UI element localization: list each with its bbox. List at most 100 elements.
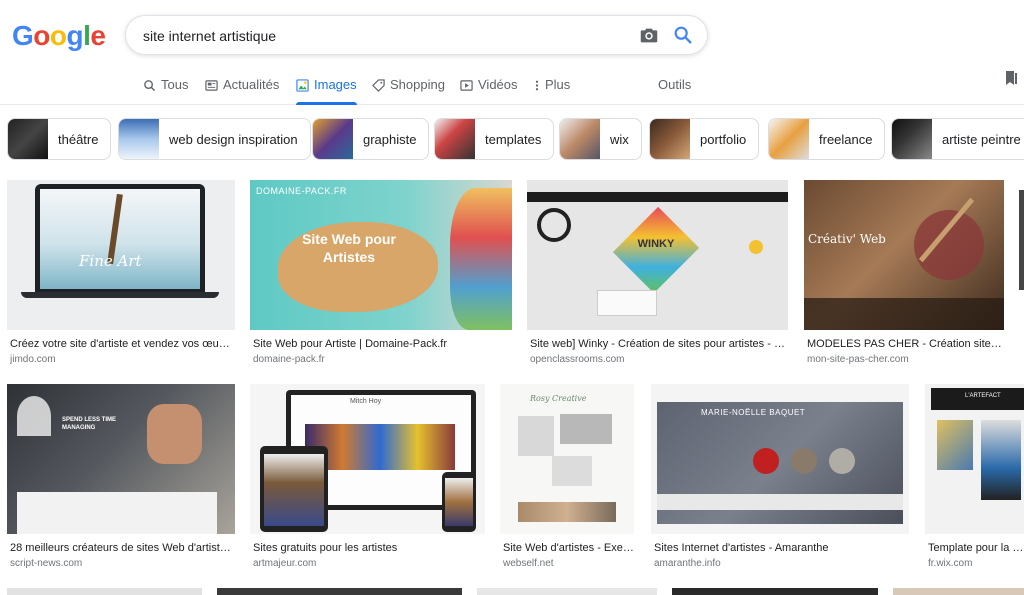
photo-strip <box>518 502 616 522</box>
chip-thumbnail <box>769 119 809 159</box>
result-domain[interactable]: fr.wix.com <box>928 558 972 569</box>
site-preview-strip <box>17 492 217 534</box>
camera-icon[interactable] <box>638 24 660 46</box>
chip-wix[interactable]: wix <box>559 118 642 160</box>
search-box[interactable] <box>125 15 708 55</box>
result-thumbnail[interactable]: SPEND LESS TIME MANAGING <box>7 384 235 534</box>
result-thumbnail[interactable]: DOMAINE-PACK.FR Site Web pour Artistes <box>250 180 512 330</box>
chip-templates[interactable]: templates <box>434 118 555 160</box>
result-thumbnail-partial[interactable] <box>477 588 657 595</box>
result-card[interactable]: Fine Art Créez votre site d'artiste et v… <box>7 180 235 370</box>
result-domain[interactable]: script-news.com <box>10 558 82 569</box>
result-domain[interactable]: jimdo.com <box>10 354 56 365</box>
result-title[interactable]: Template pour la cat… <box>928 542 1024 554</box>
logo-letter: o <box>49 20 67 51</box>
result-card[interactable]: SPEND LESS TIME MANAGING 28 meilleurs cr… <box>7 384 235 574</box>
chip-label: portfolio <box>700 131 747 147</box>
result-domain[interactable]: amaranthe.info <box>654 558 721 569</box>
winky-logo-shape <box>612 206 700 294</box>
result-title[interactable]: Site Web d'artistes - Exem… <box>503 542 634 554</box>
chip-artiste-peintre[interactable]: artiste peintre <box>891 118 1024 160</box>
logo-letter: e <box>90 20 106 51</box>
tab-more[interactable]: Plus <box>534 77 570 105</box>
artwork-block <box>981 420 1021 500</box>
tab-news[interactable]: Actualités <box>205 77 279 105</box>
thumbnail-caption: Rosy Creative <box>530 394 587 403</box>
chip-graphiste[interactable]: graphiste <box>312 118 430 160</box>
result-domain[interactable]: artmajeur.com <box>253 558 316 569</box>
logo-letter: l <box>83 20 91 51</box>
result-thumbnail[interactable]: Mitch Hoy <box>250 384 485 534</box>
result-domain[interactable]: openclassrooms.com <box>530 354 624 365</box>
google-logo[interactable]: Google <box>12 20 106 52</box>
result-thumbnail[interactable] <box>1019 190 1024 290</box>
logo-letter: g <box>66 20 84 51</box>
result-card[interactable]: MARIE-NOËLLE BAQUET Sites Internet d'art… <box>651 384 909 574</box>
play-icon <box>460 80 473 91</box>
search-icon[interactable] <box>672 24 694 46</box>
result-thumbnail-partial[interactable] <box>7 588 202 595</box>
result-card[interactable]: DOMAINE-PACK.FR Site Web pour Artistes S… <box>250 180 512 370</box>
result-card[interactable]: Créativ' Web MODELES PAS CHER - Création… <box>804 180 1004 370</box>
chip-thumbnail <box>650 119 690 159</box>
result-thumbnail[interactable]: Rosy Creative <box>500 384 634 534</box>
logo-letter: G <box>12 20 34 51</box>
chip-thumbnail <box>560 119 600 159</box>
newspaper-icon <box>205 80 218 91</box>
result-thumbnail[interactable]: Fine Art <box>7 180 235 330</box>
result-title[interactable]: Site web] Winky - Création de sites pour… <box>530 338 788 350</box>
result-card[interactable]: Rosy Creative Site Web d'artistes - Exem… <box>500 384 634 574</box>
chip-portfolio[interactable]: portfolio <box>649 118 760 160</box>
result-card-partial[interactable] <box>1019 180 1024 330</box>
bookmark-icon[interactable] <box>1004 70 1018 86</box>
tools-button[interactable]: Outils <box>658 77 691 92</box>
chip-thumbnail <box>892 119 932 159</box>
result-thumbnail-partial[interactable] <box>217 588 462 595</box>
result-title[interactable]: 28 meilleurs créateurs de sites Web d'ar… <box>10 542 235 554</box>
search-icon <box>144 80 156 92</box>
result-thumbnail[interactable]: Créativ' Web <box>804 180 1004 330</box>
headphones-shape <box>537 208 571 242</box>
tab-images[interactable]: Images <box>296 77 357 105</box>
result-thumbnail-partial[interactable] <box>893 588 1024 595</box>
footer-band <box>804 298 1004 330</box>
result-domain[interactable]: webself.net <box>503 558 554 569</box>
chip-thumbnail <box>313 119 353 159</box>
chip-theatre[interactable]: théâtre <box>7 118 112 160</box>
tab-all[interactable]: Tous <box>143 77 188 105</box>
tab-shopping[interactable]: Shopping <box>372 77 445 105</box>
chip-label: web design inspiration <box>169 131 298 147</box>
result-domain[interactable]: mon-site-pas-cher.com <box>807 354 909 365</box>
chip-freelance[interactable]: freelance <box>768 118 886 160</box>
image-icon <box>296 79 309 92</box>
tab-label: Shopping <box>390 77 445 92</box>
chip-thumbnail <box>435 119 475 159</box>
lamp-shape <box>17 396 51 436</box>
chip-web-design-inspiration[interactable]: web design inspiration <box>118 118 311 160</box>
result-thumbnail[interactable]: MARIE-NOËLLE BAQUET <box>651 384 909 534</box>
header: Google Tous Actualités Images Shopping <box>0 0 1024 105</box>
thumbnail-caption: Créativ' Web <box>808 232 886 246</box>
result-domain[interactable]: domaine-pack.fr <box>253 354 325 365</box>
result-thumbnail-partial[interactable] <box>672 588 878 595</box>
result-card[interactable]: Mitch Hoy Sites gratuits pour les artist… <box>250 384 485 574</box>
result-title[interactable]: MODELES PAS CHER - Création site inte… <box>807 338 1004 350</box>
chip-label: théâtre <box>58 131 99 147</box>
tab-videos[interactable]: Vidéos <box>460 77 518 105</box>
result-title[interactable]: Sites gratuits pour les artistes <box>253 542 485 554</box>
result-card[interactable]: WINKY Site web] Winky - Création de site… <box>527 180 788 370</box>
keyboard-shape <box>597 290 657 316</box>
result-title[interactable]: Sites Internet d'artistes - Amaranthe <box>654 542 909 554</box>
phone-display <box>445 478 473 526</box>
result-card[interactable]: L'ARTEFACT Template pour la cat… fr.wix.… <box>925 384 1024 574</box>
search-input[interactable] <box>143 25 623 47</box>
result-title[interactable]: Site Web pour Artiste | Domaine-Pack.fr <box>253 338 512 350</box>
site-navbar <box>931 388 1024 410</box>
artwork-circle <box>753 448 779 474</box>
result-title[interactable]: Créez votre site d'artiste et vendez vos… <box>10 338 235 350</box>
result-thumbnail[interactable]: WINKY <box>527 180 788 330</box>
result-thumbnail[interactable]: L'ARTEFACT <box>925 384 1024 534</box>
related-searches: théâtre web design inspiration graphiste… <box>0 118 1024 162</box>
tab-label: Actualités <box>223 77 280 92</box>
chip-label: artiste peintre <box>942 131 1021 147</box>
